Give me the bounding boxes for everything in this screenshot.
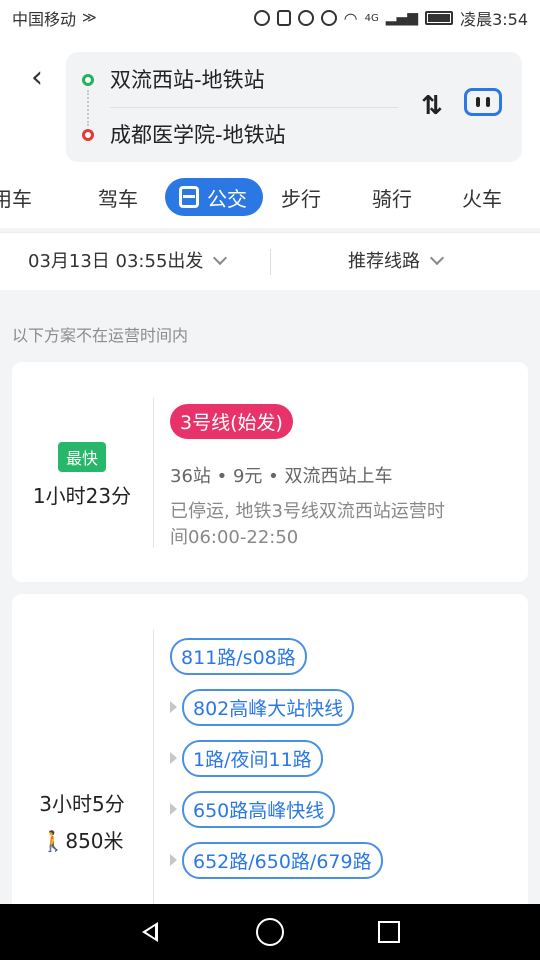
tab-walk[interactable]: 步行 [281, 178, 321, 216]
swap-icon[interactable]: ⇅ [416, 86, 448, 126]
transport-tabs: 用车 驾车 公交 步行 骑行 火车 [0, 170, 540, 228]
fastest-badge: 最快 [57, 442, 106, 472]
walk-distance: 🚶850米 [12, 825, 152, 854]
route-strategy-label: 推荐线路 [348, 251, 420, 272]
assistant-icon[interactable] [464, 88, 502, 116]
tab-label: 驾车 [98, 186, 138, 211]
tab-taxi[interactable]: 用车 [0, 178, 32, 216]
departure-time-label: 03月13日 03:55出发 [28, 251, 204, 272]
wifi-icon: ◠ [343, 8, 358, 28]
filter-separator [270, 249, 271, 275]
tab-bike[interactable]: 骑行 [372, 178, 412, 216]
nav-back-icon[interactable] [138, 918, 166, 946]
metro-line-badge: 3号线(始发) [170, 404, 293, 439]
bus-route-pill: 811路/s08路 [170, 638, 307, 675]
plan-card[interactable]: 最快 1小时23分 3号线(始发) 36站 • 9元 • 双流西站上车 已停运,… [12, 362, 528, 582]
plan-divider [153, 630, 154, 934]
expand-triangle-icon[interactable] [170, 752, 177, 764]
route-connector [87, 90, 89, 126]
plan-summary: 最快 1小时23分 [12, 442, 152, 509]
bus-route-pill: 802高峰大站快线 [182, 689, 355, 726]
vibrate-icon [276, 10, 291, 26]
expand-triangle-icon[interactable] [170, 803, 177, 815]
start-dot-icon [82, 74, 94, 86]
bus-icon [179, 186, 199, 208]
nav-recents-icon[interactable] [378, 921, 400, 943]
end-station[interactable]: 成都医学院-地铁站 [110, 119, 286, 149]
back-button[interactable]: ‹ [22, 59, 52, 95]
start-station[interactable]: 双流西站-地铁站 [110, 64, 265, 94]
status-left: 中国移动 ≫ [12, 6, 97, 30]
route-box: 双流西站-地铁站 成都医学院-地铁站 ⇅ [66, 52, 522, 162]
route-strategy-filter[interactable]: 推荐线路 [348, 247, 445, 273]
tab-label: 用车 [0, 186, 32, 211]
alarm-icon [297, 10, 314, 26]
plan-note-line1: 已停运, 地铁3号线双流西站运营时 [170, 501, 445, 522]
plan-duration: 1小时23分 [32, 484, 132, 508]
walk-distance-value: 850米 [65, 829, 124, 853]
chevron-down-icon [429, 250, 445, 265]
tab-bus[interactable]: 公交 [165, 178, 263, 216]
plan-duration: 3小时5分 [39, 792, 125, 816]
route-header: ‹ 双流西站-地铁站 成都医学院-地铁站 ⇅ [0, 36, 540, 170]
end-dot-icon [82, 129, 94, 141]
bus-route-pill: 652路/650路/679路 [182, 842, 383, 879]
nav-home-icon[interactable] [256, 918, 284, 946]
eye-icon [320, 10, 337, 26]
expand-triangle-icon[interactable] [170, 701, 177, 713]
out-of-service-notice: 以下方案不在运营时间内 [12, 326, 189, 345]
status-bar: 中国移动 ≫ ◠ 4G ▂▄▆ 凌晨3:54 [0, 0, 540, 36]
filter-bar: 03月13日 03:55出发 推荐线路 [0, 232, 540, 290]
network-label: 4G [364, 12, 379, 24]
location-icon [253, 10, 270, 26]
carrier-extra-icon: ≫ [82, 10, 97, 26]
battery-icon [425, 11, 454, 25]
signal-icon: ▂▄▆ [385, 10, 419, 26]
departure-time-filter[interactable]: 03月13日 03:55出发 [28, 247, 228, 273]
tab-label: 公交 [207, 186, 247, 211]
tab-label: 骑行 [372, 186, 412, 211]
tab-label: 步行 [281, 186, 321, 211]
system-navigation-bar [0, 904, 540, 960]
chevron-down-icon [213, 250, 228, 265]
route-divider [110, 107, 398, 108]
tab-train[interactable]: 火车 [462, 178, 502, 216]
carrier-label: 中国移动 [12, 10, 77, 29]
plan-divider [153, 398, 154, 548]
plan-note-line2: 间06:00-22:50 [170, 527, 299, 548]
walk-icon: 🚶 [40, 829, 66, 853]
bus-route-pill: 1路/夜间11路 [182, 740, 323, 777]
plan-card[interactable]: 3小时5分 🚶850米 811路/s08路 802高峰大站快线 1路/夜间11路… [12, 594, 528, 934]
plan-meta: 36站 • 9元 • 双流西站上车 [170, 466, 393, 487]
bus-route-pill: 650路高峰快线 [182, 791, 336, 828]
chevron-left-icon: ‹ [31, 59, 43, 95]
expand-triangle-icon[interactable] [170, 854, 177, 866]
status-right: ◠ 4G ▂▄▆ 凌晨3:54 [253, 6, 528, 30]
tab-drive[interactable]: 驾车 [98, 178, 138, 216]
plan-summary: 3小时5分 🚶850米 [12, 780, 152, 854]
tab-label: 火车 [462, 186, 502, 211]
status-time: 凌晨3:54 [460, 10, 528, 29]
